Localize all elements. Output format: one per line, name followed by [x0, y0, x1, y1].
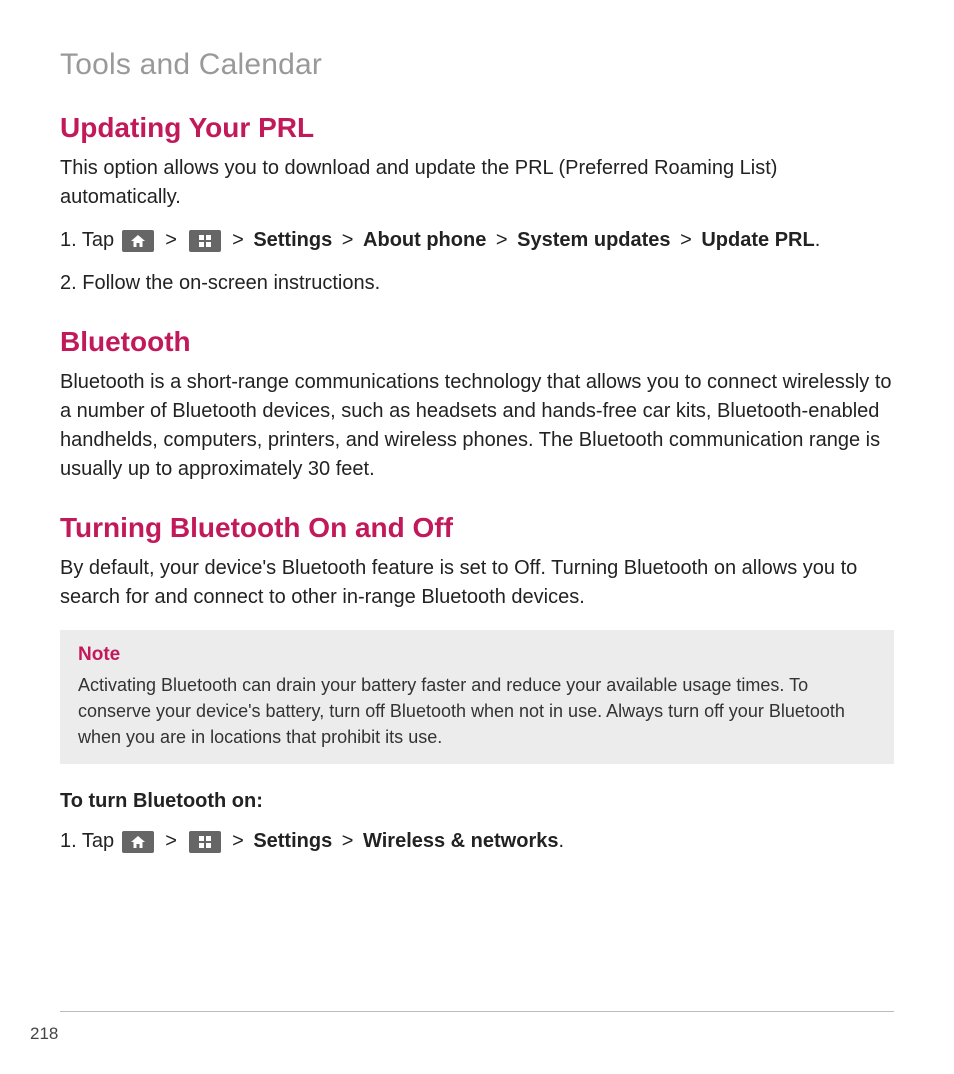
note-label: Note	[78, 644, 876, 666]
heading-bluetooth: Bluetooth	[60, 326, 894, 358]
path-update-prl: Update PRL	[701, 229, 814, 251]
step-prefix: 1. Tap	[60, 830, 120, 852]
separator: >	[342, 229, 359, 251]
note-box: Note Activating Bluetooth can drain your…	[60, 630, 894, 764]
period: .	[558, 830, 564, 852]
apps-key-icon	[189, 831, 221, 853]
separator: >	[496, 229, 513, 251]
separator: >	[165, 229, 182, 251]
heading-bluetooth-toggle: Turning Bluetooth On and Off	[60, 512, 894, 544]
path-system-updates: System updates	[517, 229, 670, 251]
bt-step-1: 1. Tap > > Settings > Wireless & network…	[60, 827, 894, 856]
prl-step-2: 2. Follow the on-screen instructions.	[60, 269, 894, 298]
prl-intro-text: This option allows you to download and u…	[60, 154, 894, 212]
separator: >	[232, 830, 249, 852]
path-settings: Settings	[253, 229, 332, 251]
chapter-title: Tools and Calendar	[60, 48, 894, 82]
home-key-icon	[122, 230, 154, 252]
page-rule	[60, 1011, 894, 1012]
apps-key-icon	[189, 230, 221, 252]
prl-step-1: 1. Tap > > Settings > About phone > Syst…	[60, 226, 894, 255]
path-wireless-networks: Wireless & networks	[363, 830, 558, 852]
bluetooth-toggle-body: By default, your device's Bluetooth feat…	[60, 554, 894, 612]
sub-heading-turn-on: To turn Bluetooth on:	[60, 790, 894, 813]
separator: >	[680, 229, 697, 251]
page-number: 218	[30, 1024, 58, 1044]
home-key-icon	[122, 831, 154, 853]
path-settings: Settings	[253, 830, 332, 852]
separator: >	[232, 229, 249, 251]
step-prefix: 1. Tap	[60, 229, 120, 251]
path-about-phone: About phone	[363, 229, 486, 251]
heading-updating-prl: Updating Your PRL	[60, 112, 894, 144]
note-text: Activating Bluetooth can drain your batt…	[78, 672, 876, 750]
separator: >	[342, 830, 359, 852]
bluetooth-body-text: Bluetooth is a short-range communication…	[60, 368, 894, 484]
separator: >	[165, 830, 182, 852]
period: .	[815, 229, 821, 251]
